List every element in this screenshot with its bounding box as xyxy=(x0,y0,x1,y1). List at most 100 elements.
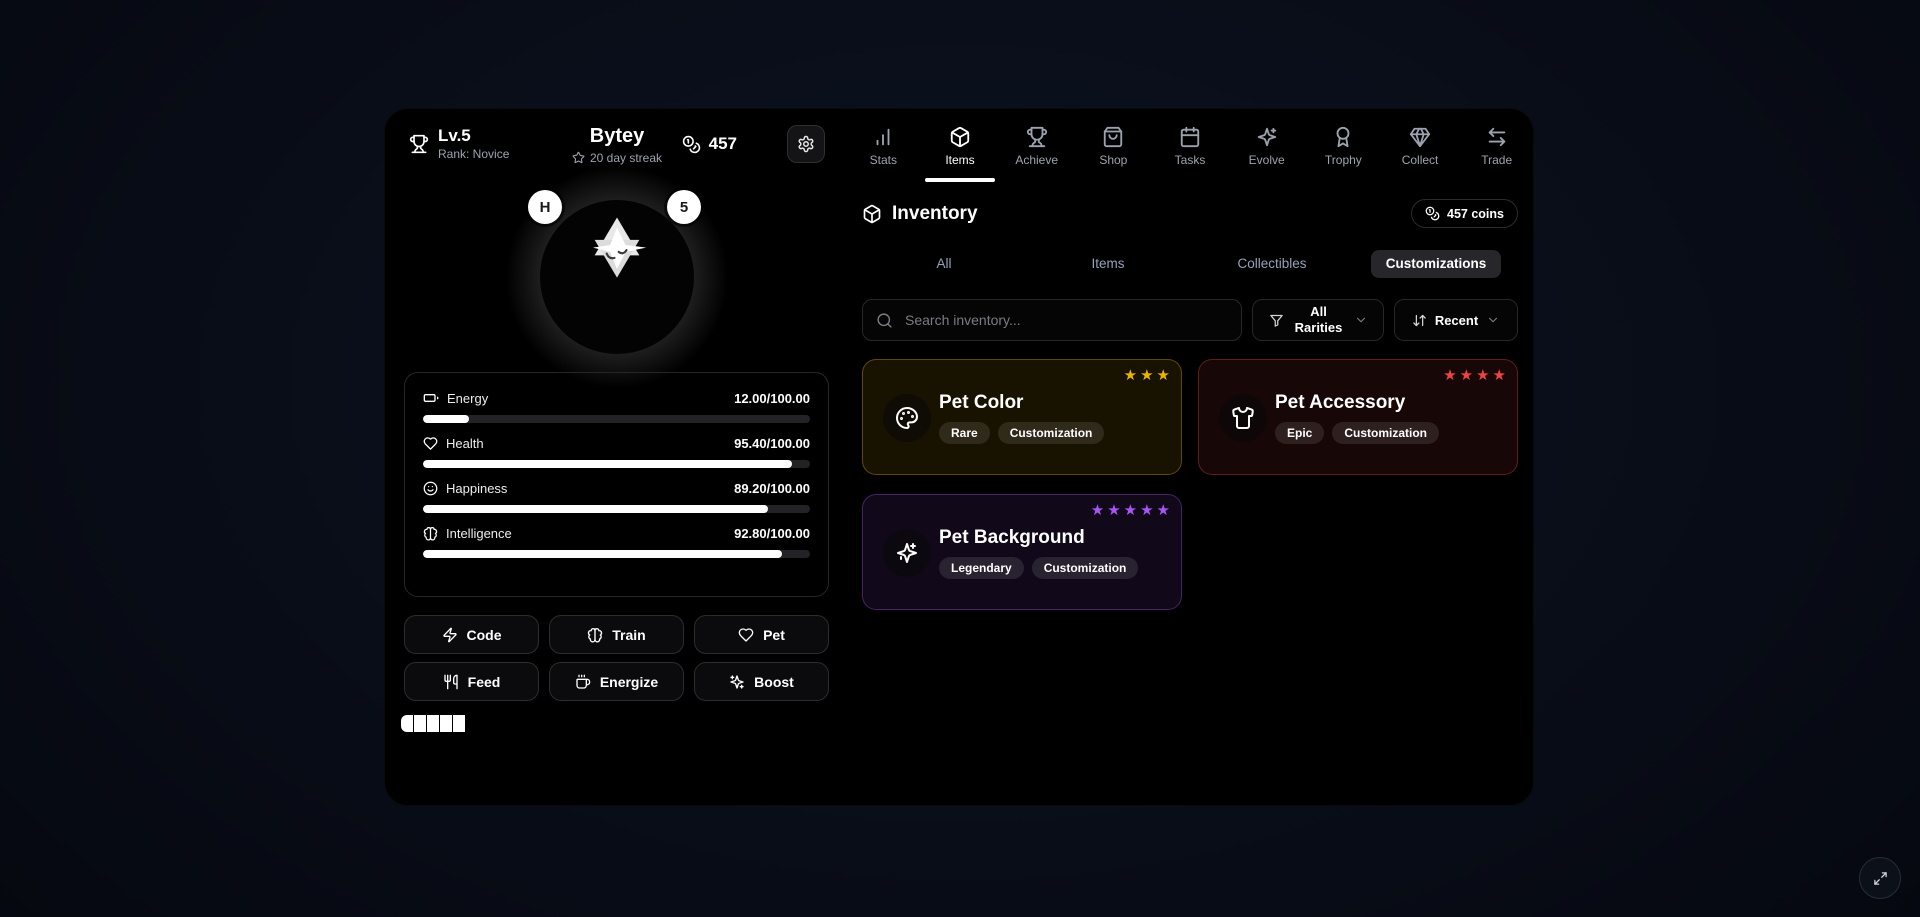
rarity-badge: Legendary xyxy=(939,557,1024,579)
rank-text: Rank: Novice xyxy=(438,148,509,160)
search-box xyxy=(862,299,1242,341)
utensils-icon xyxy=(443,674,459,690)
pixel-strip xyxy=(401,715,466,732)
coffee-icon xyxy=(575,674,591,690)
stat-label: Intelligence xyxy=(446,526,512,541)
inventory-grid: ★★★ Pet Color Rare Customization ★★★★ Pe… xyxy=(862,359,1518,610)
stat-value: 92.80/100.00 xyxy=(734,526,810,541)
nav-tab-items[interactable]: Items xyxy=(922,126,999,182)
zap-icon xyxy=(442,627,458,643)
search-input[interactable] xyxy=(903,311,1228,329)
star-icon: ★ xyxy=(1124,368,1137,383)
pixel-strip-segment xyxy=(401,715,413,732)
code-button[interactable]: Code xyxy=(404,615,539,654)
nav-underline xyxy=(1462,178,1532,182)
fullscreen-button[interactable] xyxy=(1859,857,1901,899)
inventory-header: Inventory 457 coins xyxy=(862,199,1518,228)
pet-button[interactable]: Pet xyxy=(694,615,829,654)
nav-underline xyxy=(1308,178,1378,182)
stat-row-intelligence: Intelligence 92.80/100.00 xyxy=(423,526,810,558)
stat-value: 95.40/100.00 xyxy=(734,436,810,451)
stat-track xyxy=(423,505,810,513)
nav-underline xyxy=(1078,178,1148,182)
nav-underline xyxy=(1232,178,1302,182)
funnel-icon xyxy=(1269,313,1284,328)
battery-icon xyxy=(423,390,439,406)
star-icon: ★ xyxy=(1157,368,1170,383)
star-icon: ★ xyxy=(1476,368,1489,383)
expand-icon xyxy=(1873,871,1888,886)
rarity-stars: ★★★ xyxy=(1124,368,1170,383)
pixel-strip-segment xyxy=(440,715,452,732)
pet-badge-level[interactable]: 5 xyxy=(667,190,701,224)
stat-fill xyxy=(423,415,469,423)
app-panel: Lv.5 Rank: Novice Bytey 20 day streak 45… xyxy=(384,108,1534,806)
item-card-pet-accessory[interactable]: ★★★★ Pet Accessory Epic Customization xyxy=(1198,359,1518,475)
stat-fill xyxy=(423,460,792,468)
sort-dropdown[interactable]: Recent xyxy=(1394,299,1518,341)
stat-label: Health xyxy=(446,436,484,451)
brain-icon xyxy=(587,627,603,643)
tab-all[interactable]: All xyxy=(862,250,1026,278)
level-text: Lv.5 xyxy=(438,127,509,144)
rarity-filter-dropdown[interactable]: All Rarities xyxy=(1252,299,1384,341)
nav-tab-collect[interactable]: Collect xyxy=(1382,126,1459,182)
inventory-title: Inventory xyxy=(862,203,978,225)
stat-track xyxy=(423,460,810,468)
tab-customizations[interactable]: Customizations xyxy=(1354,250,1518,278)
star-icon: ★ xyxy=(1107,503,1120,518)
coins-icon xyxy=(682,135,701,154)
stat-row-energy: Energy 12.00/100.00 xyxy=(423,390,810,423)
stat-row-health: Health 95.40/100.00 xyxy=(423,436,810,468)
main-nav: Stats Items Achieve Shop Tasks Evolve xyxy=(845,126,1535,182)
nav-tab-evolve[interactable]: Evolve xyxy=(1228,126,1305,182)
inventory-tabs: All Items Collectibles Customizations xyxy=(862,250,1518,278)
nav-tab-achieve[interactable]: Achieve xyxy=(998,126,1075,182)
type-badge: Customization xyxy=(1332,422,1439,444)
star-icon: ★ xyxy=(1460,368,1473,383)
star-icon: ★ xyxy=(1140,503,1153,518)
pet-name-block: Bytey 20 day streak xyxy=(572,126,662,164)
nav-tab-shop[interactable]: Shop xyxy=(1075,126,1152,182)
award-icon xyxy=(1332,126,1354,148)
star-icon: ★ xyxy=(1493,368,1506,383)
coin-amount: 457 xyxy=(709,134,737,154)
tab-collectibles[interactable]: Collectibles xyxy=(1190,250,1354,278)
item-card-pet-background[interactable]: ★★★★★ Pet Background Legendary Customiza… xyxy=(862,494,1182,610)
star-icon xyxy=(572,151,585,164)
nav-tab-tasks[interactable]: Tasks xyxy=(1152,126,1229,182)
box-icon xyxy=(949,126,971,148)
chevron-down-icon xyxy=(1486,313,1500,327)
nav-tab-trophy[interactable]: Trophy xyxy=(1305,126,1382,182)
pixel-strip-segment xyxy=(427,715,439,732)
type-badge: Customization xyxy=(1032,557,1139,579)
star-icon: ★ xyxy=(1124,503,1137,518)
boost-button[interactable]: Boost xyxy=(694,662,829,701)
rarity-filter-value: All Rarities xyxy=(1292,304,1346,337)
star-icon: ★ xyxy=(1140,368,1153,383)
box-icon xyxy=(862,204,882,224)
stat-value: 89.20/100.00 xyxy=(734,481,810,496)
coins-badge: 457 coins xyxy=(1411,199,1518,228)
search-icon xyxy=(876,312,893,329)
feed-button[interactable]: Feed xyxy=(404,662,539,701)
stat-label: Energy xyxy=(447,391,488,406)
tab-items[interactable]: Items xyxy=(1026,250,1190,278)
smile-icon xyxy=(423,481,438,496)
settings-button[interactable] xyxy=(787,125,825,163)
heart-icon xyxy=(423,436,438,451)
heart-icon xyxy=(738,627,754,643)
energize-button[interactable]: Energize xyxy=(549,662,684,701)
rarity-badge: Rare xyxy=(939,422,990,444)
type-badge: Customization xyxy=(998,422,1105,444)
item-card-pet-color[interactable]: ★★★ Pet Color Rare Customization xyxy=(862,359,1182,475)
pet-badge-health[interactable]: H xyxy=(528,190,562,224)
nav-tab-stats[interactable]: Stats xyxy=(845,126,922,182)
stat-track xyxy=(423,415,810,423)
train-button[interactable]: Train xyxy=(549,615,684,654)
item-name: Pet Color xyxy=(939,393,1023,412)
sparkles-icon xyxy=(729,674,745,690)
bar-chart-icon xyxy=(872,126,894,148)
nav-tab-trade[interactable]: Trade xyxy=(1458,126,1535,182)
star-icon: ★ xyxy=(1443,368,1456,383)
